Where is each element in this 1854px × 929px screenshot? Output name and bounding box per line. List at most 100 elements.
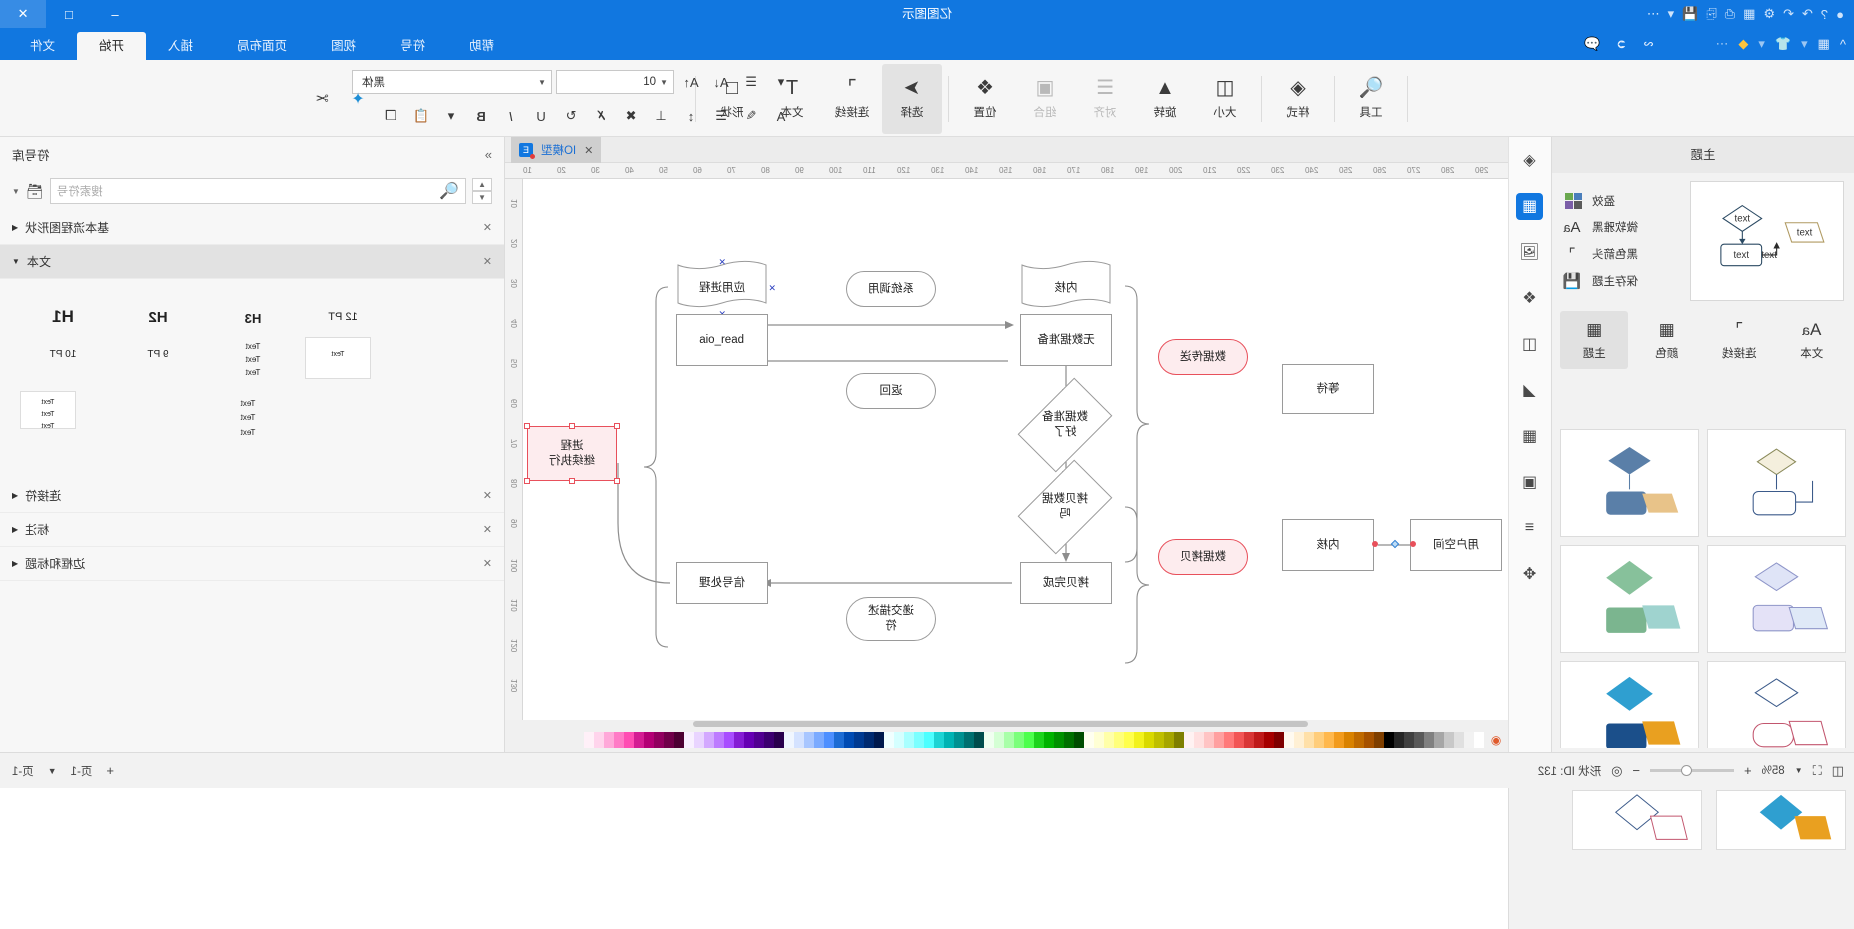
stencil-bulleted-list[interactable]: Text Text Text	[200, 397, 296, 440]
shape-process-continue[interactable]: 进程 继续执行	[527, 426, 617, 481]
page-menu-icon[interactable]: ▼	[48, 766, 57, 776]
theme-thumbnail[interactable]	[1707, 429, 1846, 537]
chevron-down-icon[interactable]: ▼	[472, 191, 492, 204]
account-icon[interactable]: ●	[1836, 7, 1844, 22]
shape-kernel-top[interactable]: 内核	[1020, 259, 1112, 314]
ribbon-button-select[interactable]: ➤ 选择	[882, 63, 942, 134]
palette-swatch[interactable]	[704, 732, 714, 748]
stencil-h2[interactable]: H2	[115, 309, 201, 326]
strikethrough-icon[interactable]: ✗	[588, 104, 614, 128]
pointer-icon[interactable]: ➲	[1616, 36, 1627, 52]
shape-kernel-lower[interactable]: 内核	[1282, 519, 1374, 571]
palette-swatch[interactable]	[614, 732, 624, 748]
shape-syscall[interactable]: 系统调用	[846, 271, 936, 307]
palette-swatch[interactable]	[1154, 732, 1164, 748]
palette-swatch[interactable]	[1004, 732, 1014, 748]
chevron-up-icon[interactable]: ▲	[472, 178, 492, 191]
palette-swatch[interactable]	[644, 732, 654, 748]
stencil-h3[interactable]: H3	[210, 311, 296, 326]
tab-file[interactable]: 文件	[8, 32, 77, 60]
palette-swatch[interactable]	[954, 732, 964, 748]
palette-swatch[interactable]	[1314, 732, 1324, 748]
minimize-button[interactable]: –	[92, 0, 138, 28]
palette-swatch[interactable]	[1404, 732, 1414, 748]
list-icon[interactable]: ☰	[708, 104, 734, 128]
selection-handle[interactable]	[524, 423, 530, 429]
palette-swatch[interactable]	[1224, 732, 1234, 748]
palette-swatch[interactable]	[974, 732, 984, 748]
align-menu-icon[interactable]: ▾	[768, 70, 794, 94]
shape-user-space[interactable]: 用户空间	[1410, 519, 1502, 571]
palette-swatch[interactable]	[914, 732, 924, 748]
shape-signal-handler[interactable]: 信号处理	[676, 562, 768, 604]
clear-format-icon[interactable]: ✖	[618, 104, 644, 128]
tab-page-layout[interactable]: 页面布局	[215, 32, 309, 60]
theme-thumbnail[interactable]	[1560, 429, 1699, 537]
palette-swatch[interactable]	[1434, 732, 1444, 748]
selection-handle[interactable]	[524, 478, 530, 484]
rail-image-icon[interactable]: 🖼	[1508, 229, 1551, 275]
palette-swatch[interactable]	[884, 732, 894, 748]
palette-swatch[interactable]	[604, 732, 614, 748]
palette-swatch[interactable]	[1104, 732, 1114, 748]
shape-app-process[interactable]: 应用进程 ✕ ✕ ✕	[676, 257, 776, 319]
palette-swatch[interactable]	[674, 732, 684, 748]
collapse-ribbon-icon[interactable]: ^	[1840, 37, 1846, 52]
palette-swatch[interactable]	[1464, 732, 1474, 748]
zoom-out-button[interactable]: −	[1632, 763, 1640, 778]
palette-swatch[interactable]	[1184, 732, 1194, 748]
underline-icon[interactable]: U	[528, 104, 554, 128]
left-tab-connector[interactable]: ⌝ 连接线	[1705, 311, 1774, 369]
palette-swatch[interactable]	[1204, 732, 1214, 748]
palette-swatch[interactable]	[1094, 732, 1104, 748]
chevron-down-icon[interactable]: ▾	[1758, 36, 1765, 52]
chevron-down-icon[interactable]: ▾	[1668, 6, 1675, 22]
export-icon[interactable]: ⎘	[1706, 6, 1716, 22]
palette-swatch[interactable]	[1194, 732, 1204, 748]
palette-swatch[interactable]	[1364, 732, 1374, 748]
palette-swatch[interactable]	[834, 732, 844, 748]
share-icon[interactable]: ∾	[1643, 36, 1654, 52]
theme-thumbnail[interactable]	[1707, 661, 1846, 748]
palette-swatch[interactable]	[924, 732, 934, 748]
line-spacing-icon[interactable]: ↕	[678, 104, 704, 128]
palette-swatch[interactable]	[1114, 732, 1124, 748]
palette-swatch[interactable]	[784, 732, 794, 748]
connector-endpoint-handle[interactable]	[1410, 541, 1416, 547]
vertical-ruler[interactable]: 10 20 30 40 50 60 70 80 90 100 110 120 130	[505, 179, 523, 720]
theme-shirt-icon[interactable]: 👕	[1775, 36, 1791, 52]
palette-swatch[interactable]	[1454, 732, 1464, 748]
more-qat-icon[interactable]: ⋯	[1647, 6, 1660, 22]
rail-frame-icon[interactable]: ▣	[1508, 459, 1551, 505]
font-grow-icon[interactable]: A↑	[678, 70, 704, 94]
palette-swatch[interactable]	[804, 732, 814, 748]
left-tab-theme[interactable]: ▦ 主题	[1560, 311, 1629, 369]
comment-icon[interactable]: 💬	[1584, 36, 1600, 52]
palette-swatch[interactable]	[944, 732, 954, 748]
palette-swatch[interactable]	[1474, 732, 1484, 748]
font-family-combo[interactable]: ▼ 黑体	[352, 70, 552, 94]
chevron-down-icon[interactable]: ▼	[1795, 766, 1803, 775]
palette-swatch[interactable]	[1324, 732, 1334, 748]
zoom-in-button[interactable]: +	[1744, 763, 1752, 778]
eyedropper-icon[interactable]: ◉	[1484, 728, 1508, 752]
undo-icon[interactable]: ↶	[1783, 6, 1794, 22]
shape-no-data[interactable]: 无数据准备	[1020, 314, 1112, 366]
palette-swatch[interactable]	[744, 732, 754, 748]
shape-data-ready[interactable]: 数据准备 好了	[1017, 377, 1113, 473]
theme-thumbnail[interactable]	[1716, 790, 1846, 850]
palette-swatch[interactable]	[734, 732, 744, 748]
paragraph-align-icon[interactable]: ☰	[738, 70, 764, 94]
palette-swatch[interactable]	[1134, 732, 1144, 748]
palette-swatch[interactable]	[594, 732, 604, 748]
left-tab-color[interactable]: ▦ 颜色	[1633, 311, 1702, 369]
palette-swatch[interactable]	[754, 732, 764, 748]
stencil-12pt[interactable]: 12 PT	[300, 311, 386, 323]
shape-copy-data[interactable]: 拷贝数据 吗	[1017, 459, 1113, 555]
left-tab-text[interactable]: Aa 文本	[1778, 311, 1847, 369]
symbol-search-input[interactable]: 🔍 搜索符号	[49, 178, 466, 204]
palette-swatch[interactable]	[1054, 732, 1064, 748]
rail-layers-icon[interactable]: ❖	[1508, 275, 1551, 321]
shape-deliver-descriptor[interactable]: 递交描述 符	[846, 597, 936, 641]
close-icon[interactable]: ✕	[483, 557, 492, 570]
